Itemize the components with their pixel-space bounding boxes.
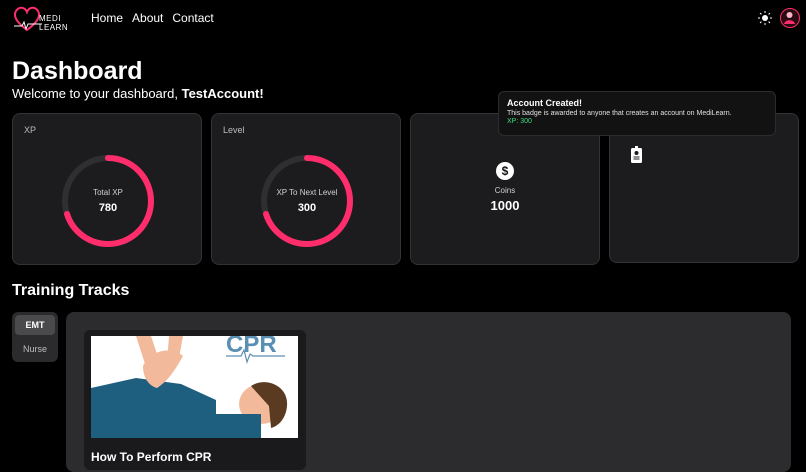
xp-progress-ring: Total XP 780 — [58, 151, 158, 251]
track-tabs: EMT Nurse — [12, 312, 58, 362]
badge-tooltip: Account Created! This badge is awarded t… — [498, 91, 776, 136]
nav-link-contact[interactable]: Contact — [172, 11, 213, 25]
nav-link-home[interactable]: Home — [91, 11, 123, 25]
course-card[interactable]: CPR How To Perform CPR — [84, 330, 306, 470]
avatar-figure-icon — [784, 12, 795, 24]
coins-caption: Coins — [494, 186, 516, 195]
level-progress-ring: XP To Next Level 300 — [257, 151, 357, 251]
tab-emt[interactable]: EMT — [15, 315, 55, 335]
sun-icon[interactable] — [758, 11, 772, 25]
level-card-label: Level — [223, 125, 245, 135]
cpr-course-image: CPR — [91, 336, 298, 438]
welcome-message: Welcome to your dashboard, TestAccount! — [12, 86, 264, 101]
welcome-prefix: Welcome to your dashboard, — [12, 86, 178, 101]
level-caption: XP To Next Level — [276, 188, 338, 197]
xp-value: 780 — [98, 202, 118, 214]
nav-links: Home About Contact — [91, 11, 214, 25]
heart-logo-icon — [13, 6, 42, 32]
page-title: Dashboard — [12, 57, 143, 85]
training-tracks-title: Training Tracks — [12, 282, 130, 299]
tab-nurse[interactable]: Nurse — [15, 339, 55, 359]
brand-name: MEDI LEARN — [39, 14, 69, 32]
level-card: Level XP To Next Level 300 — [211, 113, 401, 265]
top-nav: MEDI LEARN Home About Contact — [0, 0, 806, 38]
username: TestAccount! — [181, 86, 264, 101]
tooltip-description: This badge is awarded to anyone that cre… — [507, 110, 732, 117]
coins-value: 1000 — [490, 198, 520, 213]
tooltip-xp: XP: 300 — [507, 118, 532, 125]
level-value: 300 — [297, 202, 317, 214]
xp-caption: Total XP — [93, 188, 123, 197]
user-avatar-icon[interactable] — [780, 8, 800, 28]
xp-card-label: XP — [24, 125, 37, 135]
tooltip-title: Account Created! — [507, 98, 583, 108]
xp-card: XP Total XP 780 — [12, 113, 202, 265]
nav-link-about[interactable]: About — [132, 11, 163, 25]
dollar-coin-icon: $ — [496, 162, 514, 180]
medilearn-logo[interactable]: MEDI LEARN — [12, 4, 82, 34]
id-badge-icon[interactable] — [630, 146, 643, 164]
